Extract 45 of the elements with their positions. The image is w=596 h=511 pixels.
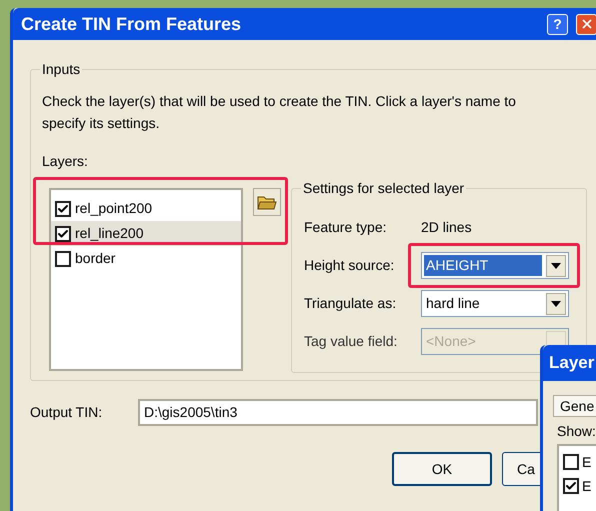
layer-name: rel_point200 [75,199,152,218]
dropdown-button[interactable] [546,292,566,314]
field-label: Triangulate as: [304,294,398,313]
window-title: Layer [549,352,594,374]
show-label: Show: [557,422,596,441]
ok-button[interactable]: OK [392,452,492,486]
dropdown-value: hard line [425,294,481,313]
group-title: Settings for selected layer [302,179,466,198]
layer-name: border [75,249,116,268]
checkbox[interactable] [55,250,71,266]
feature-type-label: Feature type: [304,218,388,237]
caret-icon [551,262,561,268]
checkbox[interactable] [563,478,579,494]
checkbox[interactable] [563,454,579,470]
output-label: Output TIN: [30,403,104,422]
help-button[interactable]: ? [547,14,568,34]
dropdown-field[interactable]: AHEIGHT [421,252,569,279]
layer-name: rel_line200 [75,224,144,243]
checkbox[interactable] [55,200,71,216]
dropdown-field[interactable]: hard line [421,290,569,317]
group-title: Inputs [41,60,82,79]
layer-item[interactable]: rel_point200 [51,196,241,221]
instructions-text: Check the layer(s) that will be used to create the TIN. Click a layer's name to specify its settings. [42,92,517,133]
layer-item[interactable]: border [51,246,241,271]
open-folder-button[interactable] [253,188,281,216]
field-label: Height source: [304,256,396,275]
close-button[interactable] [576,14,596,34]
caret-icon [551,300,561,306]
check-icon [57,202,69,214]
feature-type-value: 2D lines [421,218,472,236]
layers-label: Layers: [42,152,89,171]
dropdown-button[interactable] [546,254,566,276]
field-label: Tag value field: [304,332,398,351]
dropdown-value: <None> [425,332,477,351]
check-icon [57,228,69,240]
dropdown-value: AHEIGHT [424,255,542,276]
close-icon [580,17,594,31]
checkbox[interactable] [55,226,71,242]
window-title: Create TIN From Features [21,12,242,36]
output-field[interactable]: D:\gis2005\tin3 [138,399,538,426]
folder-icon [257,194,277,210]
show-item-label: E [582,452,592,472]
show-item-label: E [582,476,592,496]
tab[interactable]: Gene [553,395,596,417]
check-icon [565,480,577,492]
